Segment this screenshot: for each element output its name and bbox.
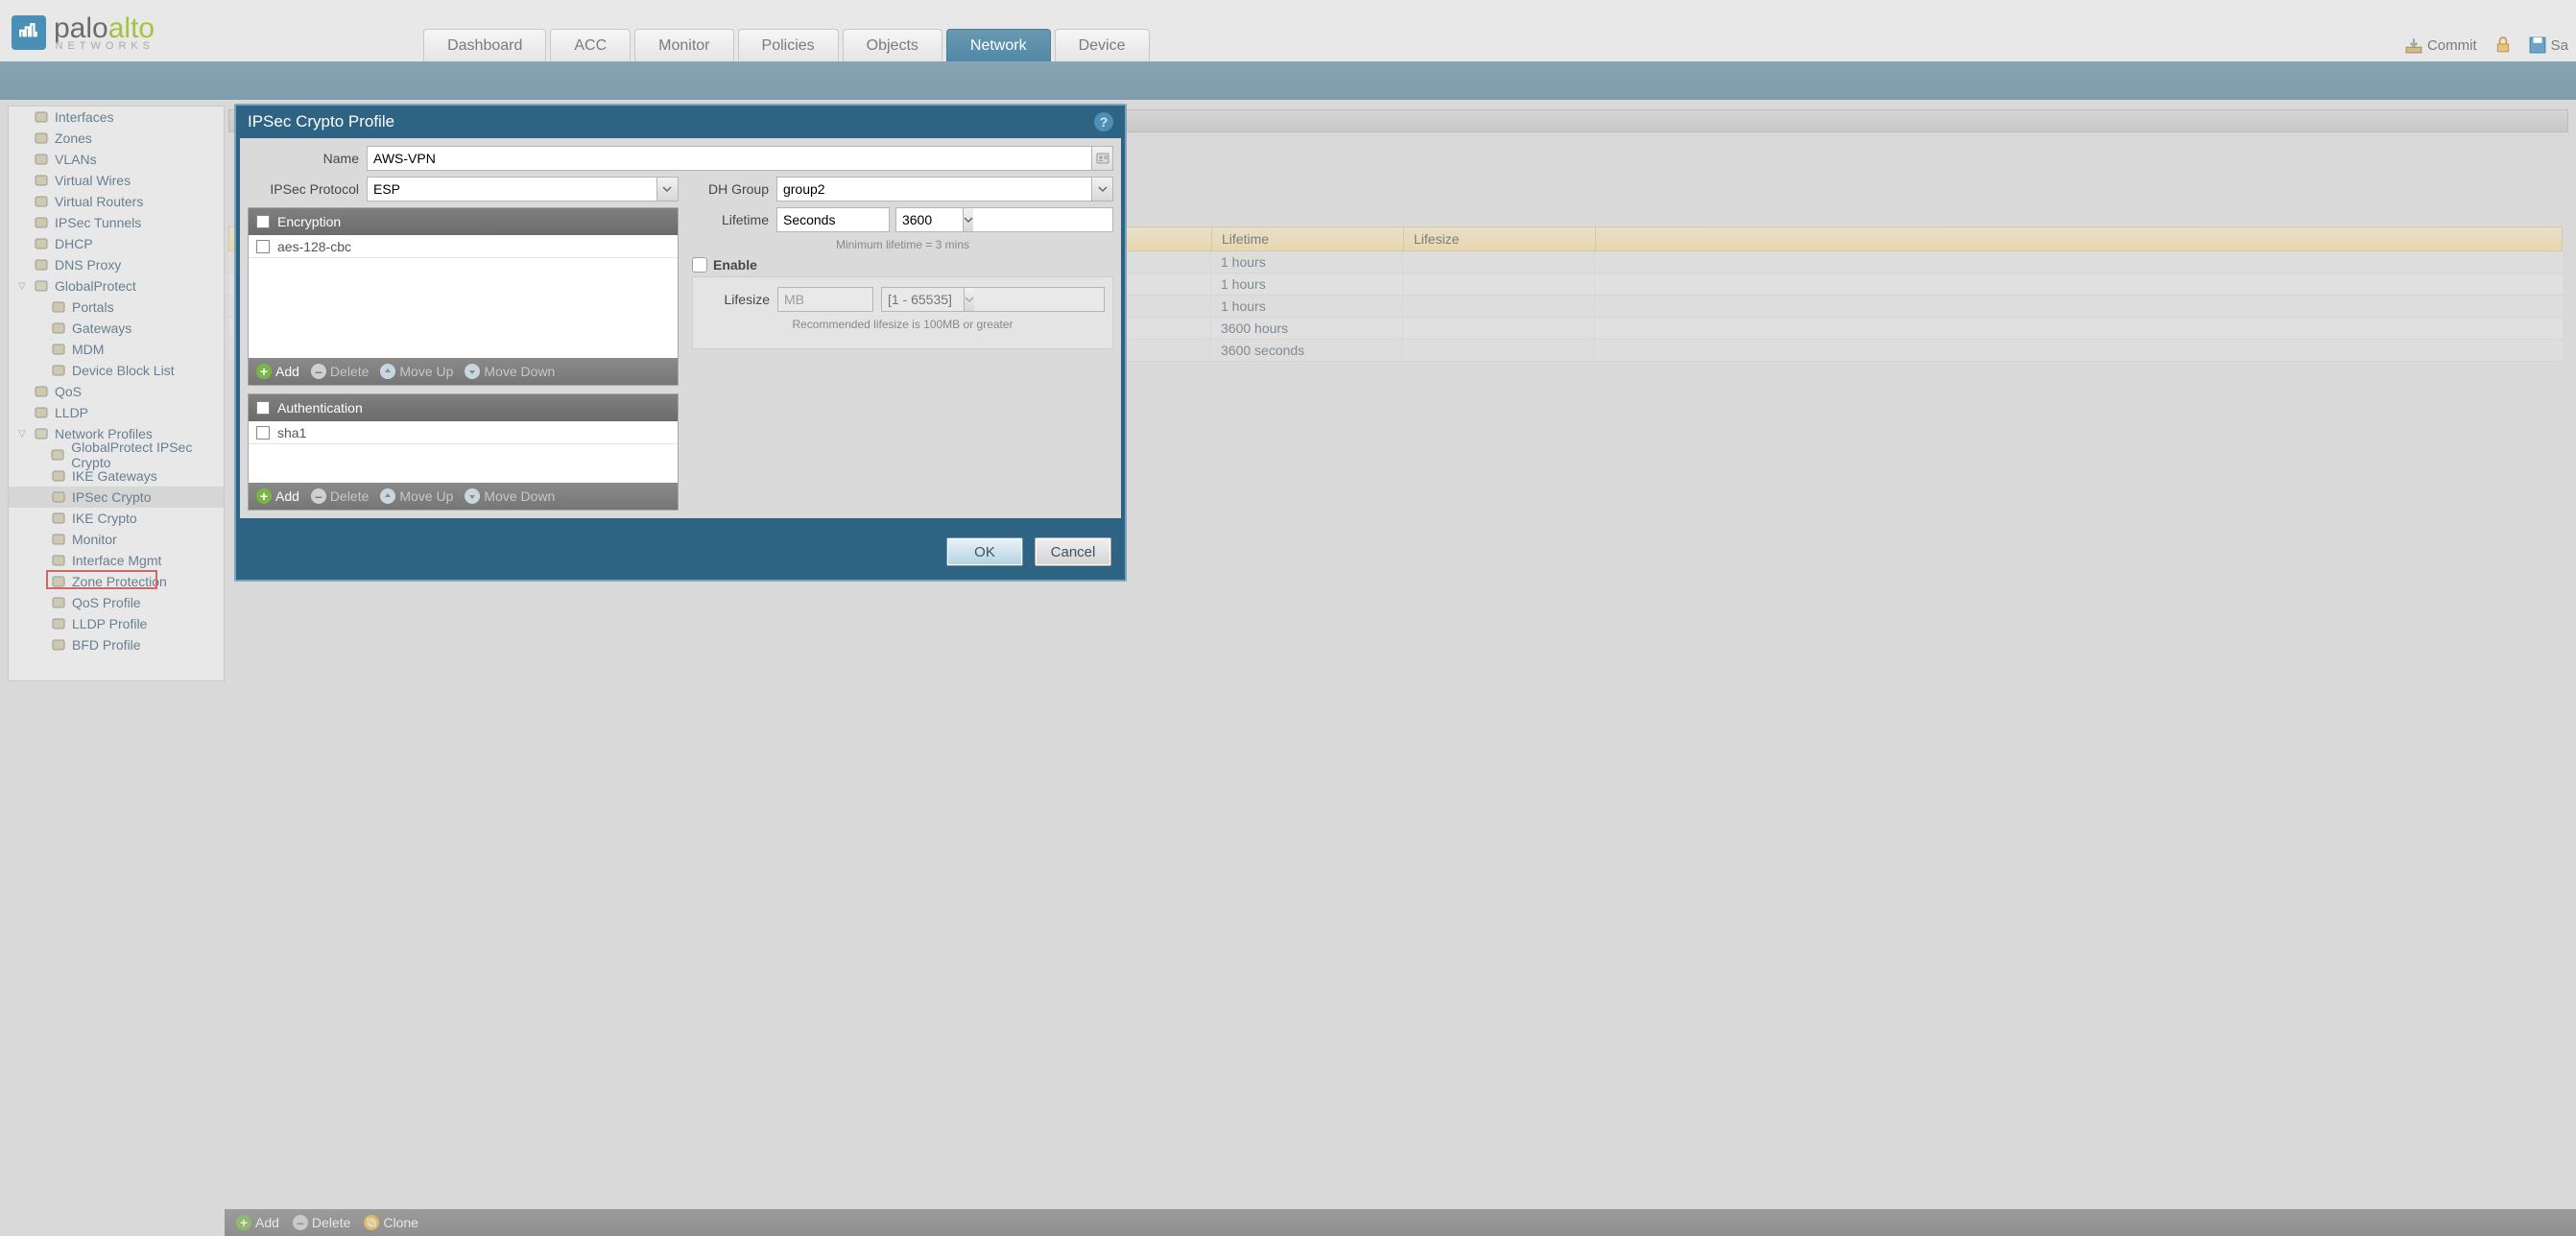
row-checkbox[interactable] — [256, 240, 270, 253]
ipsec-crypto-dialog: IPSec Crypto Profile ? Name IPSec Protoc… — [234, 104, 1127, 582]
save-link[interactable]: Sa — [2529, 36, 2568, 54]
help-icon[interactable]: ? — [1094, 112, 1113, 131]
enc-delete-button[interactable]: –Delete — [311, 364, 369, 379]
ok-button[interactable]: OK — [946, 537, 1023, 566]
auth-delete-button[interactable]: –Delete — [311, 488, 369, 504]
dialog-titlebar: IPSec Crypto Profile ? — [236, 106, 1125, 138]
minus-icon: – — [311, 488, 326, 504]
lock-icon[interactable] — [2494, 36, 2512, 54]
auth-moveup-button[interactable]: Move Up — [380, 488, 453, 504]
auth-row[interactable]: sha1 — [249, 421, 678, 444]
auth-add-button[interactable]: +Add — [256, 488, 299, 504]
lifesize-hint: Recommended lifesize is 100MB or greater — [701, 318, 1105, 331]
encryption-row[interactable]: aes-128-cbc — [249, 235, 678, 258]
dropdown-icon[interactable] — [963, 208, 973, 231]
enc-add-button[interactable]: +Add — [256, 364, 299, 379]
protocol-select[interactable] — [368, 178, 656, 201]
tab-network[interactable]: Network — [946, 29, 1051, 61]
logo-subtext: NETWORKS — [54, 40, 155, 52]
name-input[interactable] — [368, 147, 1091, 170]
enable-checkbox[interactable] — [692, 257, 707, 273]
top-bar: paloalto NETWORKS DashboardACCMonitorPol… — [0, 0, 2576, 61]
logo: paloalto NETWORKS — [12, 12, 231, 61]
cancel-button[interactable]: Cancel — [1035, 537, 1111, 566]
lifetime-unit-select[interactable] — [777, 208, 963, 231]
name-label: Name — [248, 151, 367, 166]
protocol-label: IPSec Protocol — [248, 181, 367, 197]
down-icon — [465, 364, 480, 379]
enable-label: Enable — [713, 257, 757, 273]
dropdown-icon[interactable] — [1091, 178, 1112, 201]
row-checkbox[interactable] — [256, 426, 270, 440]
encryption-checkall[interactable] — [256, 215, 270, 228]
top-right-actions: Commit Sa — [2405, 36, 2576, 61]
enc-moveup-button[interactable]: Move Up — [380, 364, 453, 379]
lifetime-label: Lifetime — [692, 212, 776, 227]
floppy-icon — [2529, 36, 2546, 54]
auth-checkall[interactable] — [256, 401, 270, 415]
tab-dashboard[interactable]: Dashboard — [423, 29, 546, 61]
dropdown-icon — [964, 288, 974, 311]
enc-movedown-button[interactable]: Move Down — [465, 364, 555, 379]
main-tabs: DashboardACCMonitorPoliciesObjectsNetwor… — [423, 29, 1149, 61]
disk-icon — [2405, 36, 2422, 54]
lifesize-label: Lifesize — [701, 292, 777, 307]
plus-icon: + — [256, 488, 272, 504]
down-icon — [465, 488, 480, 504]
logo-mark-icon — [12, 15, 46, 50]
tab-objects[interactable]: Objects — [843, 29, 942, 61]
commit-link[interactable]: Commit — [2405, 36, 2477, 54]
dropdown-icon[interactable] — [656, 178, 678, 201]
up-icon — [380, 488, 395, 504]
address-book-icon[interactable] — [1091, 147, 1112, 170]
tab-device[interactable]: Device — [1055, 29, 1150, 61]
lifetime-hint: Minimum lifetime = 3 mins — [692, 238, 1113, 251]
dh-select[interactable] — [777, 178, 1091, 201]
auth-header: Authentication — [277, 400, 363, 416]
up-icon — [380, 364, 395, 379]
dh-label: DH Group — [692, 181, 776, 197]
tab-acc[interactable]: ACC — [550, 29, 631, 61]
tab-policies[interactable]: Policies — [738, 29, 839, 61]
encryption-header: Encryption — [277, 214, 341, 229]
dialog-title-text: IPSec Crypto Profile — [248, 112, 394, 131]
authentication-panel: Authentication sha1 +Add –Delete Move Up… — [248, 393, 679, 511]
plus-icon: + — [256, 364, 272, 379]
minus-icon: – — [311, 364, 326, 379]
encryption-panel: Encryption aes-128-cbc +Add –Delete Move… — [248, 207, 679, 386]
lifesize-unit-select — [778, 288, 964, 311]
tab-monitor[interactable]: Monitor — [634, 29, 733, 61]
auth-movedown-button[interactable]: Move Down — [465, 488, 555, 504]
